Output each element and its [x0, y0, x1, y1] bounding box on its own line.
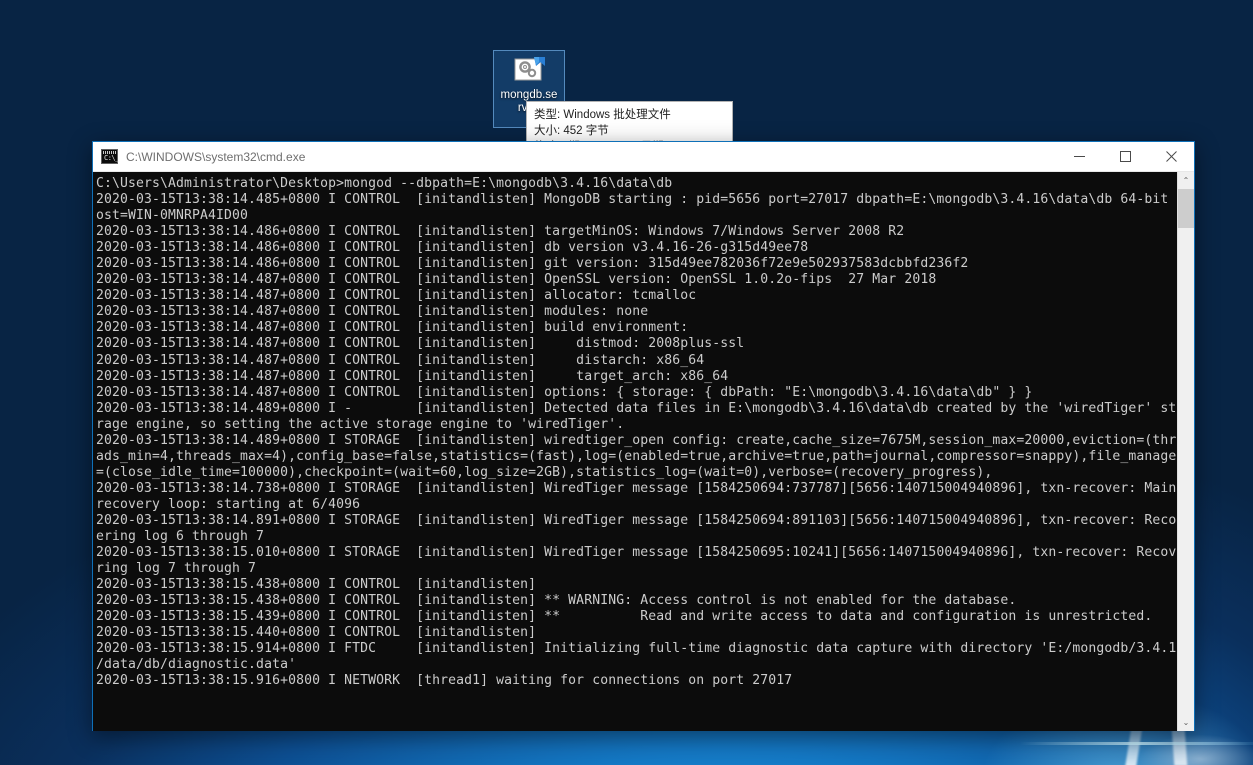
- cmd-prompt-glyph: C:\_: [104, 154, 119, 162]
- console-line: 2020-03-15T13:38:15.010+0800 I STORAGE […: [96, 545, 1177, 561]
- cmd-icon: C:\_: [101, 149, 119, 164]
- minimize-button[interactable]: [1056, 142, 1102, 172]
- tooltip-type-line: 类型: Windows 批处理文件: [534, 109, 671, 121]
- window-title: C:\WINDOWS\system32\cmd.exe: [126, 149, 306, 164]
- wallpaper-glow-secondary: [1140, 735, 1253, 765]
- console-line: 2020-03-15T13:38:14.738+0800 I STORAGE […: [96, 480, 1177, 496]
- wallpaper-streak: [1020, 742, 1253, 745]
- close-button[interactable]: [1148, 142, 1194, 172]
- console-line: rage engine, so setting the active stora…: [96, 416, 625, 432]
- tooltip-size-line: 大小: 452 字节: [534, 125, 609, 137]
- console-line: 2020-03-15T13:38:14.489+0800 I - [initan…: [96, 400, 1177, 416]
- console-line: 2020-03-15T13:38:14.486+0800 I CONTROL […: [96, 240, 809, 256]
- console-line: 2020-03-15T13:38:15.440+0800 I CONTROL […: [96, 625, 537, 641]
- console-line: 2020-03-15T13:38:15.916+0800 I NETWORK […: [96, 673, 793, 689]
- console-line: 2020-03-15T13:38:14.485+0800 I CONTROL […: [96, 192, 1177, 208]
- console-line: 2020-03-15T13:38:14.486+0800 I CONTROL […: [96, 224, 905, 240]
- console-line: 2020-03-15T13:38:15.438+0800 I CONTROL […: [96, 593, 1017, 609]
- console-line: 2020-03-15T13:38:14.487+0800 I CONTROL […: [96, 336, 745, 352]
- console-output[interactable]: C:\Users\Administrator\Desktop>mongod --…: [93, 172, 1177, 731]
- console-line: 2020-03-15T13:38:14.487+0800 I CONTROL […: [96, 384, 1033, 400]
- console-line: 2020-03-15T13:38:14.486+0800 I CONTROL […: [96, 256, 969, 272]
- cmd-window: C:\_ C:\WINDOWS\system32\cmd.exe C:\User…: [92, 141, 1195, 731]
- console-line: 2020-03-15T13:38:14.891+0800 I STORAGE […: [96, 512, 1177, 528]
- console-line: C:\Users\Administrator\Desktop>mongod --…: [96, 176, 673, 191]
- console-line: 2020-03-15T13:38:14.487+0800 I CONTROL […: [96, 320, 689, 336]
- console-line: 2020-03-15T13:38:15.438+0800 I CONTROL […: [96, 577, 537, 593]
- console-line: 2020-03-15T13:38:15.914+0800 I FTDC [ini…: [96, 641, 1177, 657]
- console-line: ering log 6 through 7: [96, 529, 265, 545]
- window-titlebar[interactable]: C:\_ C:\WINDOWS\system32\cmd.exe: [93, 142, 1194, 172]
- console-line: 2020-03-15T13:38:14.487+0800 I CONTROL […: [96, 368, 729, 384]
- console-line: 2020-03-15T13:38:14.487+0800 I CONTROL […: [96, 304, 649, 320]
- console-line: recovery loop: starting at 6/4096: [96, 496, 361, 512]
- desktop: mongdb.server. 类型: Windows 批处理文件 大小: 452…: [0, 0, 1253, 765]
- console-line: ost=WIN-0MNRPA4ID00: [96, 208, 249, 224]
- console-scrollbar[interactable]: ⌃ ⌄: [1177, 172, 1194, 731]
- scroll-down-button[interactable]: ⌄: [1178, 714, 1194, 731]
- console-line: 2020-03-15T13:38:14.489+0800 I STORAGE […: [96, 432, 1177, 448]
- console-line: ads_min=4,threads_max=4),config_base=fal…: [96, 448, 1177, 464]
- console-line: 2020-03-15T13:38:14.487+0800 I CONTROL […: [96, 352, 705, 368]
- maximize-button[interactable]: [1102, 142, 1148, 172]
- console-line: 2020-03-15T13:38:14.487+0800 I CONTROL […: [96, 288, 697, 304]
- console-line: =(close_idle_time=100000),checkpoint=(wa…: [96, 464, 993, 480]
- console-line: /data/db/diagnostic.data': [96, 657, 297, 673]
- console-line: 2020-03-15T13:38:14.487+0800 I CONTROL […: [96, 272, 937, 288]
- scrollbar-thumb[interactable]: [1178, 189, 1194, 228]
- console-line: 2020-03-15T13:38:15.439+0800 I CONTROL […: [96, 609, 1153, 625]
- console-line: ring log 7 through 7: [96, 561, 257, 577]
- scroll-up-button[interactable]: ⌃: [1178, 172, 1194, 189]
- console-area: C:\Users\Administrator\Desktop>mongod --…: [93, 172, 1194, 731]
- scrollbar-track[interactable]: [1178, 189, 1194, 714]
- batch-file-gears-icon: [512, 56, 546, 86]
